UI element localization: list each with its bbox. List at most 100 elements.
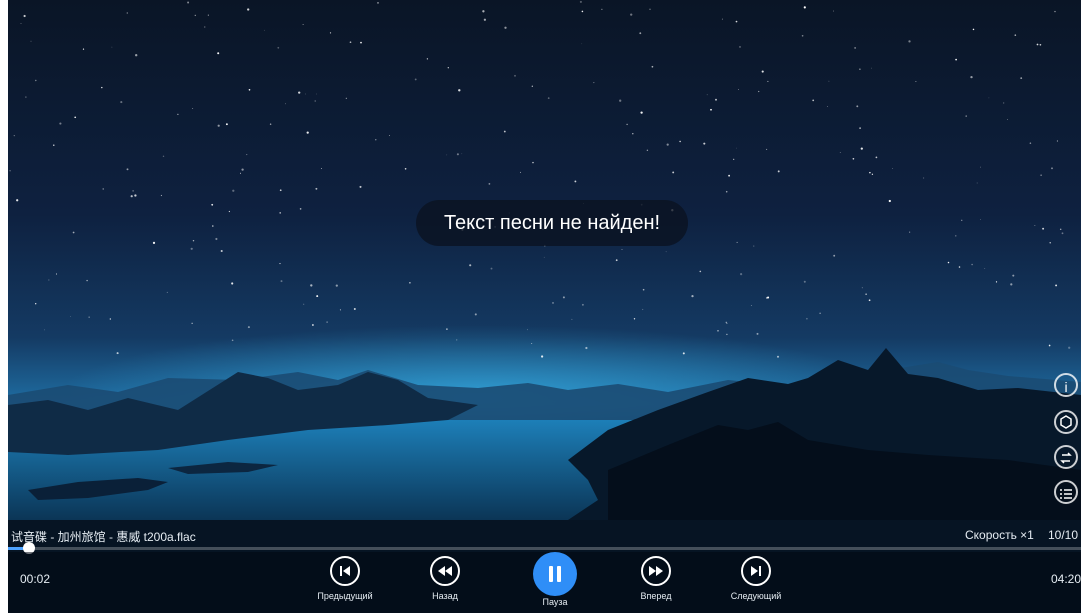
star (345, 97, 347, 99)
star (30, 40, 32, 42)
star (753, 245, 755, 247)
star (801, 34, 804, 37)
star (803, 280, 806, 283)
star (120, 101, 123, 104)
pause-button[interactable]: Пауза (515, 552, 595, 607)
star (315, 187, 318, 190)
repeat-icon[interactable] (1054, 445, 1078, 469)
star (961, 219, 963, 221)
star (574, 180, 577, 183)
star (988, 97, 990, 99)
star (74, 116, 77, 119)
star (239, 172, 242, 174)
star (892, 168, 894, 169)
star (279, 189, 282, 192)
star (581, 303, 584, 306)
star (626, 123, 628, 126)
speed-dial-icon[interactable] (1054, 410, 1078, 434)
star (232, 189, 235, 192)
star (1048, 344, 1051, 347)
pause-icon (533, 552, 577, 596)
star (735, 20, 738, 23)
star (888, 199, 891, 203)
star (819, 312, 821, 314)
star (456, 339, 458, 341)
star (721, 18, 723, 20)
star (1061, 232, 1064, 235)
star (632, 132, 634, 135)
seek-bar[interactable] (8, 542, 1081, 554)
star (190, 247, 193, 250)
star (20, 23, 22, 24)
star (852, 157, 855, 160)
lyrics-not-found-toast: Текст песни не найден! (416, 200, 688, 246)
star (314, 100, 316, 102)
star (552, 301, 554, 304)
next-button[interactable]: Следующий (716, 556, 796, 601)
star (335, 284, 338, 287)
star (474, 313, 477, 316)
info-icon[interactable]: i (1054, 373, 1078, 397)
star (651, 65, 654, 68)
star (285, 103, 286, 105)
star (766, 148, 768, 150)
star (865, 293, 867, 295)
previous-button[interactable]: Предыдущий (305, 556, 385, 601)
star (806, 317, 808, 320)
star (302, 24, 304, 25)
star (109, 318, 111, 320)
star (446, 328, 448, 330)
star (59, 122, 62, 125)
star (856, 105, 859, 108)
star (1036, 43, 1039, 46)
star (547, 97, 550, 99)
star (263, 29, 265, 31)
fast-forward-icon (641, 556, 671, 586)
star (446, 154, 448, 156)
star (571, 318, 573, 320)
star (247, 8, 250, 11)
star (469, 264, 472, 267)
star (56, 273, 57, 275)
star (715, 98, 717, 101)
control-bar: 00:02 04:20 Предыдущий Назад Пауза Впере… (8, 552, 1081, 613)
star (540, 355, 544, 358)
star (187, 1, 190, 4)
star (826, 106, 828, 107)
star (1068, 346, 1071, 349)
playlist-icon[interactable] (1054, 480, 1078, 504)
star (955, 58, 957, 61)
star (1059, 228, 1062, 231)
star (543, 256, 545, 258)
star (995, 281, 998, 283)
star (225, 123, 228, 126)
star (177, 113, 179, 116)
star (212, 225, 214, 227)
star (868, 299, 871, 302)
star (581, 43, 583, 45)
star (280, 280, 283, 283)
forward-button[interactable]: Вперед (616, 556, 696, 601)
star (691, 294, 694, 298)
playback-speed[interactable]: Скорость ×1 (965, 528, 1034, 542)
star (132, 190, 134, 192)
star (767, 80, 769, 82)
star (706, 94, 708, 96)
star (1007, 119, 1008, 120)
star (483, 18, 487, 21)
skip-next-icon (741, 556, 771, 586)
star (1051, 167, 1053, 170)
star (640, 111, 643, 114)
rewind-button[interactable]: Назад (405, 556, 485, 601)
player-window: Текст песни не найден! i 试音碟 - 加州旅馆 - 惠威… (8, 0, 1081, 613)
star (88, 316, 90, 318)
star (116, 352, 119, 355)
star (310, 284, 313, 287)
star (246, 154, 248, 156)
star (82, 48, 85, 50)
playlist-position: 10/10 (1048, 528, 1079, 542)
star (228, 210, 231, 213)
star (320, 167, 322, 169)
forward-label: Вперед (640, 591, 672, 601)
star (1010, 283, 1013, 286)
